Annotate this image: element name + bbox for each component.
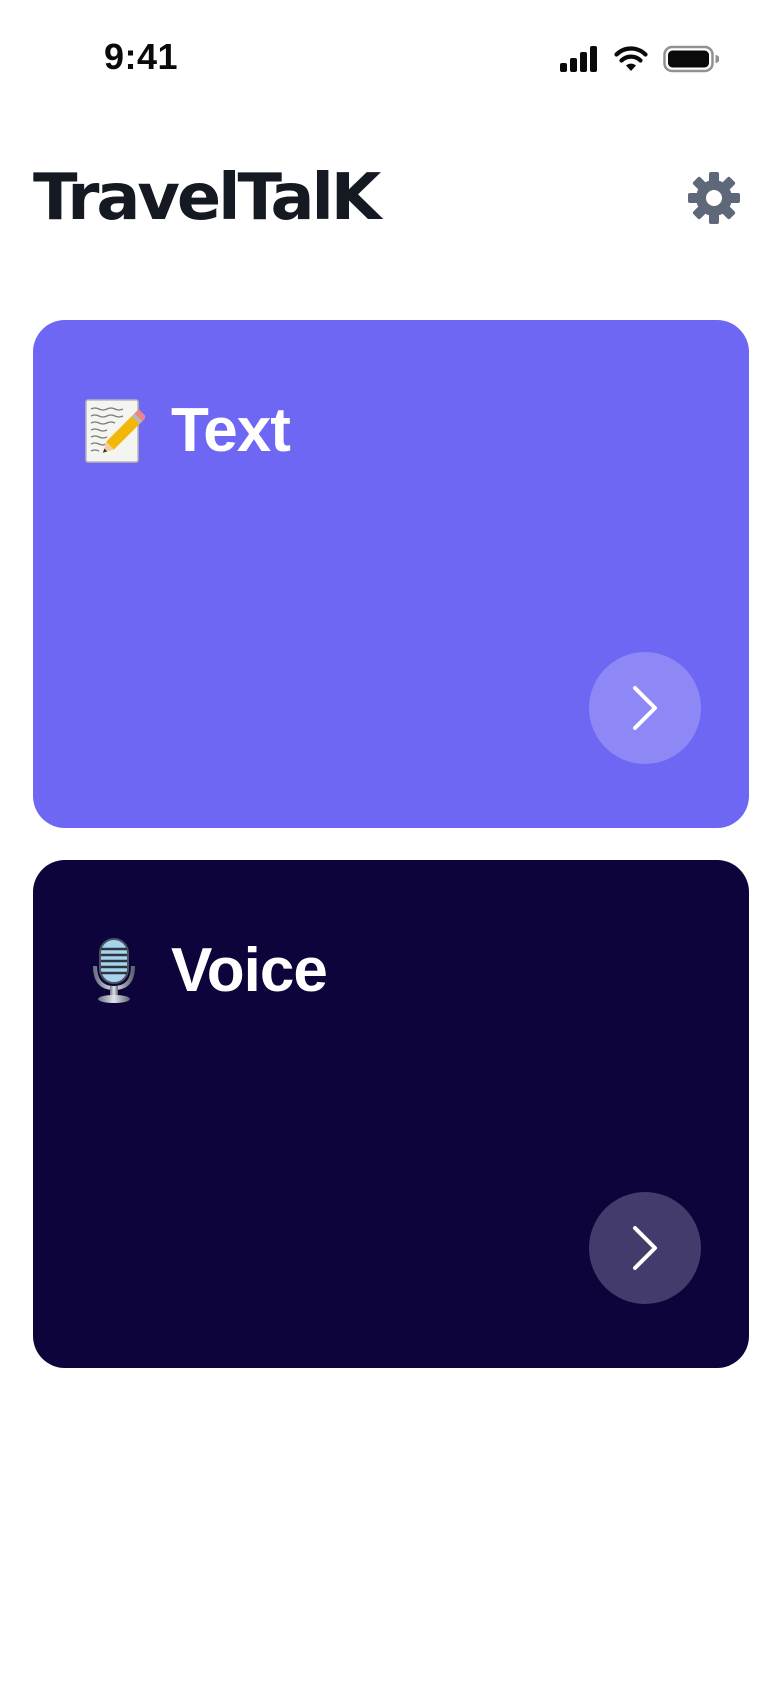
voice-card-arrow-button[interactable]: [589, 1192, 701, 1304]
settings-button[interactable]: [683, 167, 745, 229]
signal-icon: [560, 46, 597, 72]
chevron-right-icon: [633, 686, 657, 730]
text-card-header: Text: [83, 395, 291, 467]
voice-card-label: Voice: [171, 936, 328, 1005]
wifi-icon: [614, 46, 648, 71]
memo-icon: [83, 396, 145, 466]
text-mode-card[interactable]: Text: [33, 320, 749, 828]
text-card-label: Text: [171, 396, 291, 465]
status-icons: [559, 44, 719, 74]
gear-icon: [688, 172, 740, 224]
chevron-right-icon: [633, 1226, 657, 1270]
app-title: TravelTalK: [33, 161, 381, 235]
status-time: 9:41: [104, 36, 179, 77]
voice-mode-card[interactable]: Voice: [33, 860, 749, 1368]
status-bar: 9:41: [0, 0, 781, 110]
microphone-icon: [83, 936, 145, 1006]
battery-icon: [663, 45, 719, 73]
text-card-arrow-button[interactable]: [589, 652, 701, 764]
voice-card-header: Voice: [83, 935, 328, 1007]
